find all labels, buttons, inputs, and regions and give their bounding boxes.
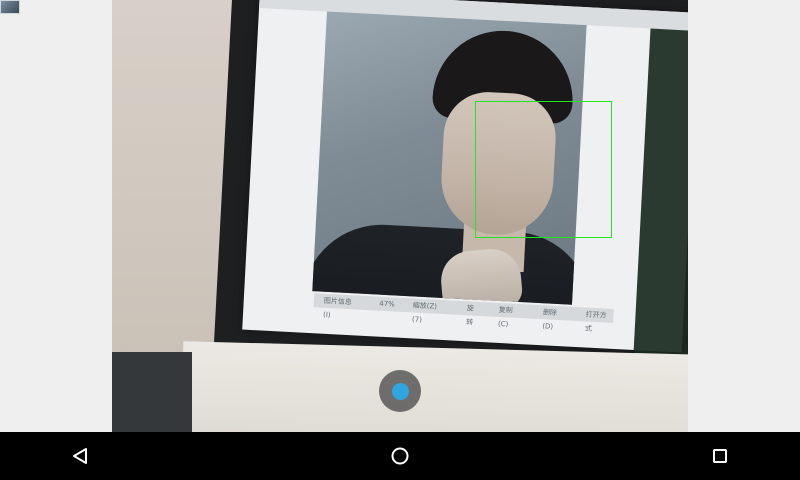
face-detection-box bbox=[475, 101, 612, 238]
status-item: 缩放(Z) (7) bbox=[411, 301, 438, 324]
app-icon bbox=[0, 0, 20, 14]
back-triangle-icon bbox=[73, 448, 87, 464]
status-item: 图片信息 (I) bbox=[322, 296, 352, 320]
shutter-button[interactable] bbox=[379, 370, 421, 412]
foreground-cables bbox=[112, 352, 192, 432]
status-item: 47% bbox=[379, 299, 395, 309]
screen-right-panel bbox=[633, 28, 688, 362]
laptop-screen: 图片信息 (I) 47% 缩放(Z) (7) 旋转 复制 (C) 删除(D) 打… bbox=[242, 0, 688, 362]
foreground-tissue bbox=[180, 341, 688, 432]
home-button[interactable] bbox=[388, 444, 412, 468]
status-item: 删除(D) bbox=[542, 308, 558, 331]
navigation-bar bbox=[0, 432, 800, 480]
status-item: 旋转 bbox=[465, 304, 475, 327]
back-button[interactable] bbox=[68, 444, 92, 468]
status-item: 打开方式 bbox=[584, 310, 607, 333]
home-circle-icon bbox=[391, 447, 409, 465]
recents-square-icon bbox=[713, 449, 727, 463]
status-item: 复制 (C) bbox=[497, 305, 513, 329]
shutter-dot-icon bbox=[391, 382, 409, 400]
recents-button[interactable] bbox=[708, 444, 732, 468]
